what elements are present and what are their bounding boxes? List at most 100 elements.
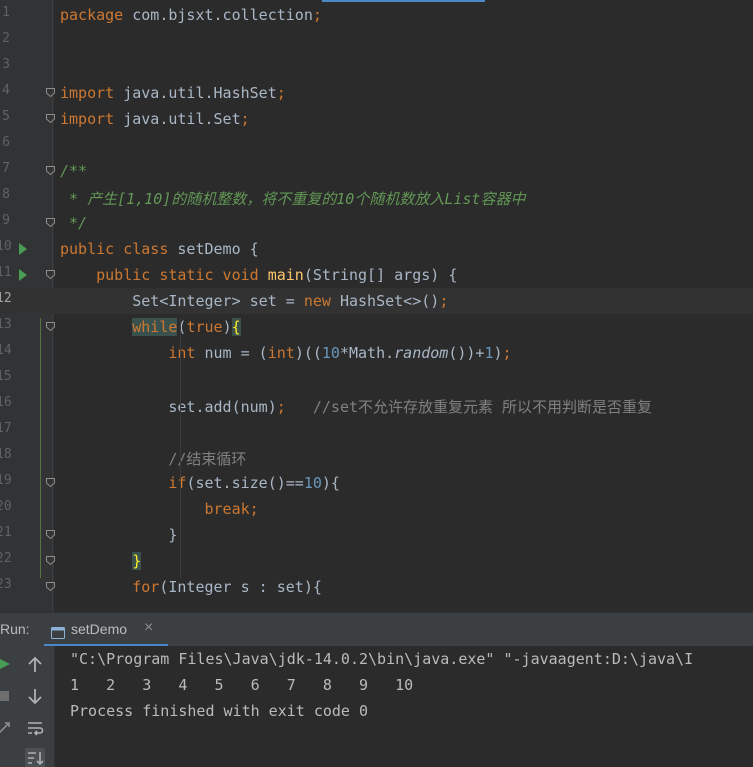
fold-marker-icon[interactable] <box>46 114 55 123</box>
console-line-result: 1 2 3 4 5 6 7 8 9 10 <box>70 676 414 694</box>
line-number: 21 <box>0 525 12 540</box>
code-token: random <box>394 344 449 362</box>
sort-icon[interactable] <box>25 748 45 767</box>
code-editor[interactable]: 1 package com.bjsxt.collection; 2 3 4 import … <box>0 0 753 612</box>
line-number: 12 <box>0 291 12 306</box>
code-token: HashSet<>() <box>339 292 440 310</box>
code-text: import java.util.HashSet; <box>60 84 286 102</box>
code-token: ; <box>240 110 250 128</box>
code-line[interactable]: 15 <box>0 366 753 392</box>
code-line[interactable]: 22 } <box>0 548 753 574</box>
tab-label: setDemo <box>71 621 128 637</box>
line-number: 9 <box>2 213 10 228</box>
console-output[interactable]: "C:\Program Files\Java\jdk-14.0.2\bin\ja… <box>55 646 753 767</box>
code-line[interactable]: 6 <box>0 132 753 158</box>
code-token: Set<Integer> set = <box>60 292 304 310</box>
fold-marker-icon[interactable] <box>46 166 55 175</box>
code-text: */ <box>60 214 87 232</box>
code-text: for(Integer s : set){ <box>60 578 322 596</box>
code-token: while <box>132 318 178 336</box>
code-line[interactable]: 4 import java.util.HashSet; <box>0 80 753 106</box>
fold-marker-icon[interactable] <box>46 270 55 279</box>
code-text: //结束循环 <box>60 448 246 469</box>
code-text: /** <box>60 162 87 180</box>
line-number: 22 <box>0 551 12 566</box>
line-number: 14 <box>0 343 12 358</box>
arrow-down-icon[interactable] <box>25 686 45 706</box>
run-triangle-icon[interactable] <box>19 243 27 255</box>
fold-marker-icon[interactable] <box>46 556 55 565</box>
code-token: num = ( <box>204 344 268 362</box>
code-text: Set<Integer> set = new HashSet<>(); <box>60 292 448 310</box>
code-line[interactable]: 10 public class setDemo { <box>0 236 753 262</box>
code-line[interactable]: 5 import java.util.Set; <box>0 106 753 132</box>
code-line[interactable]: 23 for(Integer s : set){ <box>0 574 753 600</box>
close-icon[interactable]: × <box>144 619 153 637</box>
code-token: break; <box>204 500 259 518</box>
code-token: setDemo { <box>177 240 259 258</box>
indent-guide <box>180 318 181 578</box>
ide-window: 1 package com.bjsxt.collection; 2 3 4 import … <box>0 0 753 767</box>
code-line[interactable]: 8 * 产生[1,10]的随机整数，将不重复的10个随机数放入List容器中 <box>0 184 753 210</box>
fold-marker-icon[interactable] <box>46 478 55 487</box>
code-line[interactable]: 21 } <box>0 522 753 548</box>
code-token: )(( <box>294 344 322 362</box>
code-line[interactable]: 16 set.add(num); //set不允许存放重复元素 所以不用判断是否… <box>0 392 753 418</box>
code-token: ){ <box>321 474 340 492</box>
code-line[interactable]: 19 if(set.size()==10){ <box>0 470 753 496</box>
code-token: ) <box>493 344 503 362</box>
run-triangle-icon[interactable] <box>19 269 27 281</box>
code-token: (set.size()== <box>186 474 304 492</box>
code-token: main <box>267 266 304 284</box>
code-line[interactable]: 9 */ <box>0 210 753 236</box>
fold-marker-icon[interactable] <box>46 88 55 97</box>
line-number: 23 <box>0 577 12 592</box>
code-line[interactable]: 1 package com.bjsxt.collection; <box>0 2 753 28</box>
code-line[interactable]: 17 <box>0 418 753 444</box>
code-token: { <box>231 318 241 336</box>
code-token: ; <box>276 84 286 102</box>
code-text: while(true){ <box>60 318 241 336</box>
fold-marker-icon[interactable] <box>46 322 55 331</box>
line-number: 13 <box>0 317 12 332</box>
application-icon <box>51 624 65 639</box>
code-token: } <box>60 526 178 544</box>
restore-layout-icon[interactable] <box>0 718 14 738</box>
code-token: public static void <box>96 266 268 284</box>
fold-marker-icon[interactable] <box>46 530 55 539</box>
line-number: 10 <box>0 239 12 254</box>
code-token: ())+ <box>448 344 485 362</box>
rerun-icon[interactable] <box>0 654 14 674</box>
code-line[interactable]: 12 Set<Integer> set = new HashSet<>(); <box>0 288 753 314</box>
code-line[interactable]: 20 break; <box>0 496 753 522</box>
code-line[interactable]: 11 public static void main(String[] args… <box>0 262 753 288</box>
code-line[interactable]: 18 //结束循环 <box>0 444 753 470</box>
stop-icon[interactable] <box>0 686 14 706</box>
line-number: 16 <box>0 395 12 410</box>
code-token: (Integer s : set){ <box>159 578 322 596</box>
code-text: if(set.size()==10){ <box>60 474 340 492</box>
code-line[interactable]: 3 <box>0 54 753 80</box>
code-line[interactable]: 7 /** <box>0 158 753 184</box>
fold-marker-icon[interactable] <box>46 218 55 227</box>
code-token: 1 <box>484 344 494 362</box>
soft-wrap-icon[interactable] <box>25 718 45 738</box>
line-number: 20 <box>0 499 12 514</box>
line-number: 11 <box>0 265 12 280</box>
code-line[interactable]: 13 while(true){ <box>0 314 753 340</box>
run-label: Run: <box>0 621 30 637</box>
code-token: ; <box>439 292 449 310</box>
code-line[interactable]: 2 <box>0 28 753 54</box>
arrow-up-icon[interactable] <box>25 655 45 675</box>
fold-marker-icon[interactable] <box>46 582 55 591</box>
code-line[interactable]: 14 int num = (int)((10*Math.random())+1)… <box>0 340 753 366</box>
change-marker <box>40 318 41 578</box>
tab-setdemo[interactable]: setDemo × <box>44 613 168 647</box>
code-token: *Math. <box>339 344 395 362</box>
code-token: com.bjsxt.collection <box>132 6 313 24</box>
